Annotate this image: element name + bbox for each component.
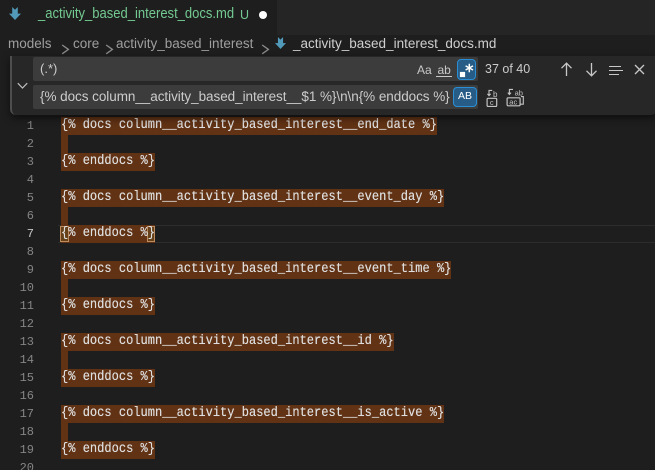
svg-text:ac: ac: [509, 97, 517, 106]
svg-text:c: c: [490, 98, 494, 107]
